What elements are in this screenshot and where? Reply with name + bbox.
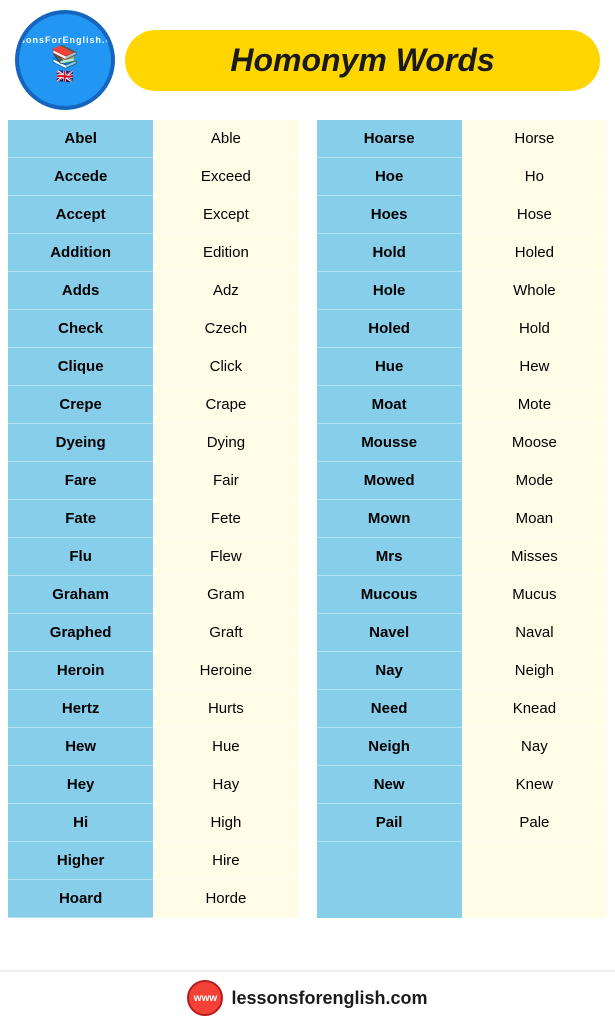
list-item: Flew [153, 538, 298, 576]
logo-flag-icon: 🇬🇧 [56, 68, 73, 85]
list-item: New [317, 766, 462, 804]
list-item: Navel [317, 614, 462, 652]
list-item: Knew [462, 766, 607, 804]
right-col-2: HorseHoHoseHoledWholeHoldHewMoteMooseMod… [462, 120, 607, 918]
list-item: Moan [462, 500, 607, 538]
list-item: Hew [8, 728, 153, 766]
list-item: Hold [317, 234, 462, 272]
list-item: Dying [153, 424, 298, 462]
list-item: Knead [462, 690, 607, 728]
list-item: Graham [8, 576, 153, 614]
list-item: Pale [462, 804, 607, 842]
list-item: Holed [462, 234, 607, 272]
list-item: Hole [317, 272, 462, 310]
list-item: Hose [462, 196, 607, 234]
page-title: Homonym Words [155, 42, 570, 79]
footer-url: lessonsforenglish.com [231, 988, 427, 1009]
list-item: Graphed [8, 614, 153, 652]
list-item: Hey [8, 766, 153, 804]
header: LessonsForEnglish.Com 📚 🇬🇧 Homonym Words [0, 0, 615, 120]
list-item: Nay [462, 728, 607, 766]
list-item: Moose [462, 424, 607, 462]
left-col-2: AbleExceedExceptEditionAdzCzechClickCrap… [153, 120, 298, 918]
list-item: Edition [153, 234, 298, 272]
list-item: Pail [317, 804, 462, 842]
list-item: Higher [8, 842, 153, 880]
list-item: Mousse [317, 424, 462, 462]
list-item: Hurts [153, 690, 298, 728]
list-item: Czech [153, 310, 298, 348]
list-item: Naval [462, 614, 607, 652]
list-item: Neigh [462, 652, 607, 690]
list-item: Hay [153, 766, 298, 804]
list-item: Fair [153, 462, 298, 500]
list-item: Check [8, 310, 153, 348]
footer-logo-text: www [194, 993, 217, 1004]
list-item: Hoard [8, 880, 153, 918]
list-item: Addition [8, 234, 153, 272]
list-item: Hoe [317, 158, 462, 196]
list-item: Gram [153, 576, 298, 614]
list-item: Accept [8, 196, 153, 234]
list-item: High [153, 804, 298, 842]
list-item: Flu [8, 538, 153, 576]
logo-books-icon: 📚 [51, 46, 78, 68]
list-item: Exceed [153, 158, 298, 196]
list-item: Able [153, 120, 298, 158]
title-oval: Homonym Words [125, 30, 600, 91]
list-item: Abel [8, 120, 153, 158]
list-item: Except [153, 196, 298, 234]
list-item: Mode [462, 462, 607, 500]
list-item: Hire [153, 842, 298, 880]
column-divider [305, 120, 311, 918]
list-item: Dyeing [8, 424, 153, 462]
list-item: Graft [153, 614, 298, 652]
list-item: Clique [8, 348, 153, 386]
list-item: Hue [153, 728, 298, 766]
list-item: Accede [8, 158, 153, 196]
list-item: Need [317, 690, 462, 728]
right-column-pair: HoarseHoeHoesHoldHoleHoledHueMoatMousseM… [317, 120, 608, 918]
footer: www lessonsforenglish.com [0, 970, 615, 1024]
list-item: Mucus [462, 576, 607, 614]
list-item: Crape [153, 386, 298, 424]
right-col-1: HoarseHoeHoesHoldHoleHoledHueMoatMousseM… [317, 120, 462, 918]
list-item: Holed [317, 310, 462, 348]
list-item: Click [153, 348, 298, 386]
left-col-1: AbelAccedeAcceptAdditionAddsCheckCliqueC… [8, 120, 153, 918]
list-item: Fate [8, 500, 153, 538]
list-item: Misses [462, 538, 607, 576]
list-item: Adds [8, 272, 153, 310]
list-item: Mown [317, 500, 462, 538]
list-item: Mote [462, 386, 607, 424]
list-item: Hoarse [317, 120, 462, 158]
list-item: Hue [317, 348, 462, 386]
list-item: Fare [8, 462, 153, 500]
list-item: Crepe [8, 386, 153, 424]
list-item: Hoes [317, 196, 462, 234]
main-content: AbelAccedeAcceptAdditionAddsCheckCliqueC… [0, 120, 615, 926]
list-item: Horde [153, 880, 298, 918]
list-item: Hew [462, 348, 607, 386]
list-item: Mowed [317, 462, 462, 500]
list-item: Nay [317, 652, 462, 690]
list-item: Whole [462, 272, 607, 310]
list-item: Moat [317, 386, 462, 424]
list-item: Fete [153, 500, 298, 538]
list-item: Heroin [8, 652, 153, 690]
list-item: Hi [8, 804, 153, 842]
list-item: Hertz [8, 690, 153, 728]
logo-circle: LessonsForEnglish.Com 📚 🇬🇧 [15, 10, 115, 110]
list-item: Horse [462, 120, 607, 158]
list-item: Ho [462, 158, 607, 196]
list-item: Heroine [153, 652, 298, 690]
list-item: Neigh [317, 728, 462, 766]
list-item: Mrs [317, 538, 462, 576]
left-column-pair: AbelAccedeAcceptAdditionAddsCheckCliqueC… [8, 120, 299, 918]
list-item: Mucous [317, 576, 462, 614]
list-item: Hold [462, 310, 607, 348]
footer-logo: www [187, 980, 223, 1016]
list-item: Adz [153, 272, 298, 310]
